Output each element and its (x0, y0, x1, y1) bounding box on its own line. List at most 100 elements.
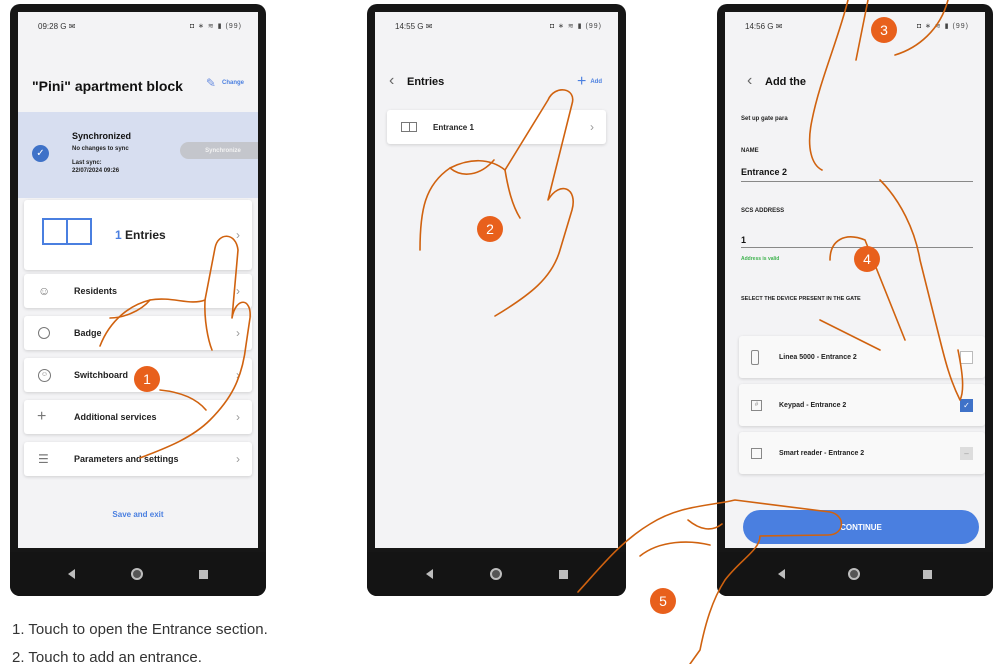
page-title: Entries (407, 76, 445, 88)
status-icons: ◘ ∗ ≋ ▮ (99) (916, 23, 969, 30)
device-row-linea-5000[interactable]: Linea 5000 - Entrance 2 (739, 336, 985, 378)
chevron-right-icon: › (236, 326, 240, 340)
recent-apps-icon[interactable] (922, 569, 932, 579)
back-chevron-icon[interactable]: ‹ (389, 72, 394, 90)
home-icon[interactable] (489, 568, 502, 580)
caption-step-2: 2. Touch to add an entrance. (12, 649, 202, 666)
select-device-label: SELECT THE DEVICE PRESENT IN THE GATE (741, 296, 861, 302)
phone-2-screen: 14:55 G ✉ ◘ ∗ ≋ ▮ (99) ‹ Entries + Add E… (375, 12, 618, 548)
menu-item-label: Badge (74, 328, 102, 338)
step-badge-4: 4 (854, 246, 880, 272)
status-left-icons: G ✉ (767, 21, 783, 31)
status-time: 09:28 (38, 21, 59, 31)
sync-title: Synchronized (72, 131, 132, 141)
entries-card[interactable]: 1 Entries › (24, 200, 252, 270)
phone-1: 09:28 G ✉ ◘ ∗ ≋ ▮ (99) "Pini" apartment … (10, 4, 266, 596)
address-valid-text: Address is valid (741, 256, 780, 262)
name-label: NAME (741, 148, 759, 154)
scs-address-field[interactable]: 1 (741, 230, 973, 248)
status-left-icons: G ✉ (60, 21, 76, 31)
synchronize-button[interactable]: Synchronize (180, 142, 258, 159)
recent-apps-icon[interactable] (558, 569, 568, 579)
plus-icon: + (576, 73, 587, 90)
status-time: 14:56 (745, 21, 766, 31)
chevron-right-icon: › (236, 410, 240, 424)
device-label: Linea 5000 - Entrance 2 (779, 353, 857, 361)
recent-apps-icon[interactable] (199, 569, 208, 579)
entries-label: Entries (125, 228, 166, 242)
check-circle-icon: ✓ (32, 145, 49, 162)
menu-item-residents[interactable]: ☺ Residents › (24, 274, 252, 308)
name-field[interactable]: Entrance 2 (741, 162, 973, 182)
back-chevron-icon[interactable]: ‹ (747, 72, 752, 90)
reader-icon (751, 447, 762, 459)
device-label: Smart reader - Entrance 2 (779, 449, 865, 457)
add-button[interactable]: + Add (577, 73, 602, 91)
entry-label: Entrance 1 (433, 122, 474, 132)
menu-item-additional-services[interactable]: + Additional services › (24, 400, 252, 434)
entry-row-entrance-1[interactable]: Entrance 1 › (387, 110, 606, 144)
menu-item-label: Switchboard (74, 370, 129, 380)
step-badge-1: 1 (134, 366, 160, 392)
continue-button[interactable]: CONTINUE (743, 510, 979, 544)
sliders-icon: ☰ (38, 452, 49, 466)
status-left-icons: G ✉ (417, 21, 433, 31)
switchboard-icon: ☺ (38, 368, 51, 382)
sync-panel: ✓ Synchronized No changes to sync Last s… (18, 112, 258, 198)
plus-icon: + (37, 408, 47, 425)
sync-subtitle: No changes to sync (72, 146, 129, 152)
chevron-right-icon: › (236, 228, 240, 242)
person-icon: ☺ (38, 284, 51, 298)
status-icons: ◘ ∗ ≋ ▮ (99) (549, 23, 602, 30)
last-sync-label: Last sync: (72, 160, 102, 166)
gate-icon (42, 218, 92, 245)
step-badge-5: 5 (650, 588, 676, 614)
status-icons: ◘ ∗ ≋ ▮ (99) (189, 23, 242, 30)
menu-item-badge[interactable]: Badge › (24, 316, 252, 350)
gate-icon (401, 122, 417, 132)
back-icon[interactable] (68, 569, 75, 579)
phone-3-screen: 14:56 G ✉ ◘ ∗ ≋ ▮ (99) ‹ Add the Set up … (725, 12, 985, 548)
device-row-keypad[interactable]: # Keypad - Entrance 2 ✓ (739, 384, 985, 426)
android-nav-bar (717, 552, 993, 596)
chevron-right-icon: › (236, 452, 240, 466)
entries-count: 1 (115, 228, 122, 242)
menu-item-label: Parameters and settings (74, 454, 179, 464)
phone-3: 14:56 G ✉ ◘ ∗ ≋ ▮ (99) ‹ Add the Set up … (717, 4, 993, 596)
back-icon[interactable] (425, 569, 433, 579)
chevron-right-icon: › (590, 120, 594, 134)
phone-1-screen: 09:28 G ✉ ◘ ∗ ≋ ▮ (99) "Pini" apartment … (18, 12, 258, 548)
home-icon[interactable] (847, 568, 860, 580)
scs-address-label: SCS ADDRESS (741, 208, 785, 214)
device-panel-icon (751, 349, 759, 365)
device-label: Keypad - Entrance 2 (779, 401, 847, 409)
menu-item-label: Additional services (74, 412, 157, 422)
device-checkbox[interactable]: – (960, 446, 973, 460)
change-button[interactable]: ✎ Change (206, 76, 244, 90)
chevron-right-icon: › (236, 284, 240, 298)
last-sync-value: 22/07/2024 09:26 (72, 168, 120, 174)
status-time: 14:55 (395, 21, 416, 31)
status-bar: 09:28 G ✉ ◘ ∗ ≋ ▮ (99) (18, 12, 258, 40)
device-checkbox-checked[interactable]: ✓ (960, 398, 973, 412)
pencil-icon: ✎ (205, 76, 216, 90)
step-badge-2: 2 (477, 216, 503, 242)
keypad-icon: # (751, 399, 762, 411)
device-checkbox[interactable] (960, 350, 973, 364)
menu-item-label: Residents (74, 286, 118, 296)
page-title: "Pini" apartment block (32, 78, 183, 94)
step-badge-3: 3 (871, 17, 897, 43)
badge-icon (38, 327, 50, 339)
device-row-smart-reader[interactable]: Smart reader - Entrance 2 – (739, 432, 985, 474)
android-nav-bar (10, 552, 266, 596)
chevron-right-icon: › (236, 368, 240, 382)
home-icon[interactable] (131, 568, 143, 580)
caption-step-1: 1. Touch to open the Entrance section. (12, 621, 268, 638)
status-bar: 14:55 G ✉ ◘ ∗ ≋ ▮ (99) (375, 12, 618, 40)
android-nav-bar (367, 552, 626, 596)
menu-item-parameters[interactable]: ☰ Parameters and settings › (24, 442, 252, 476)
phone-2: 14:55 G ✉ ◘ ∗ ≋ ▮ (99) ‹ Entries + Add E… (367, 4, 626, 596)
form-subtitle: Set up gate para (741, 116, 788, 122)
save-exit-button[interactable]: Save and exit (18, 510, 258, 519)
back-icon[interactable] (778, 569, 786, 579)
